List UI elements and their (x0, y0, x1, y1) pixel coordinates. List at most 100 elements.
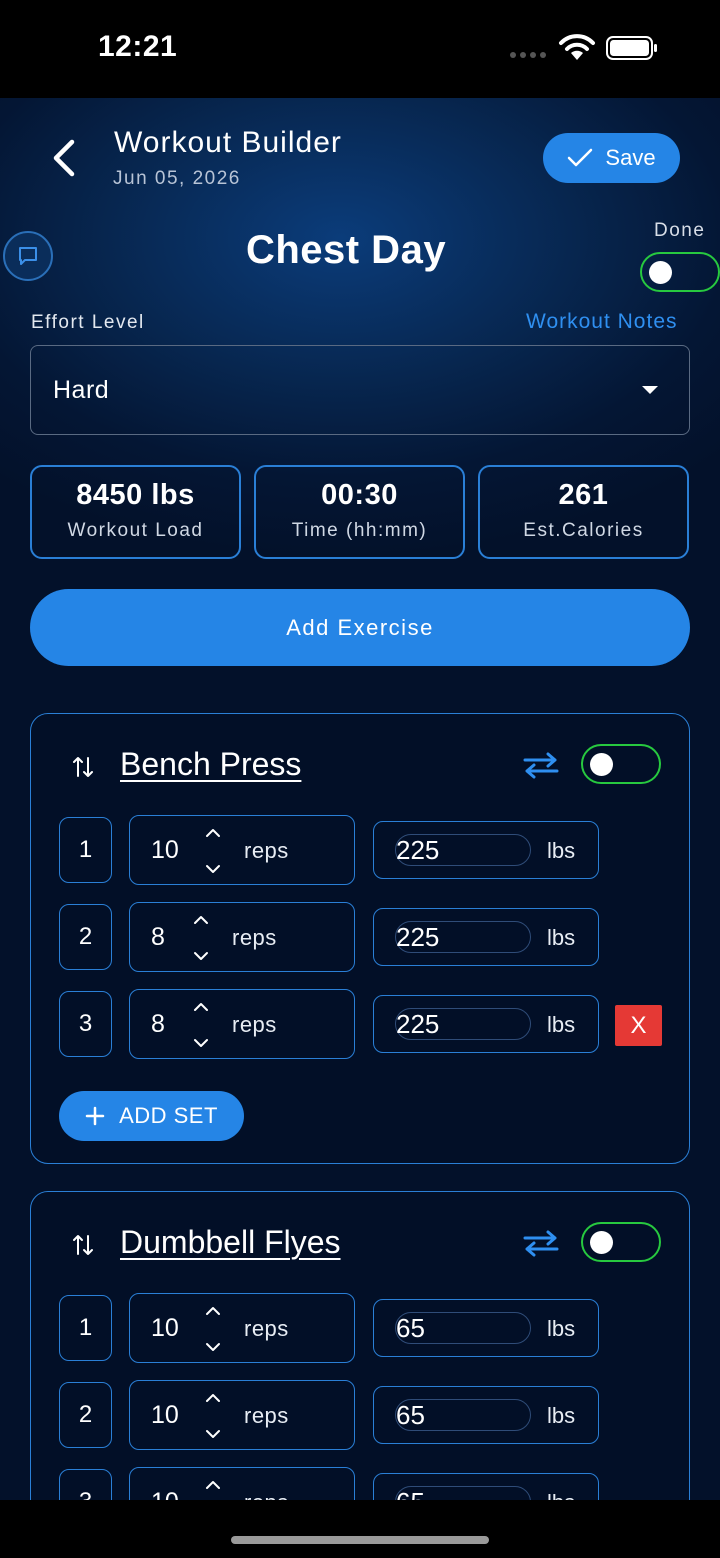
add-exercise-button[interactable]: Add Exercise (30, 589, 690, 666)
reps-unit: reps (232, 1012, 277, 1037)
workout-builder-screen: Workout Builder Jun 05, 2026 Save Chest … (0, 98, 720, 1500)
up-down-chevron-icon[interactable] (191, 913, 211, 963)
stat-label: Time (hh:mm) (291, 520, 428, 541)
set-row: 2 10 reps 65 lbs (59, 1380, 679, 1450)
set-number: 1 (59, 1295, 112, 1361)
up-down-chevron-icon[interactable] (203, 826, 223, 876)
done-toggle[interactable] (640, 252, 720, 292)
weight-value: 225 (396, 835, 440, 865)
weight-box: 225 lbs (373, 821, 599, 879)
up-down-chevron-icon[interactable] (203, 1478, 223, 1500)
weight-unit: lbs (547, 1012, 576, 1037)
reps-value: 10 (151, 1488, 179, 1500)
set-row: 1 10 reps 65 lbs (59, 1293, 679, 1363)
toggle-knob (590, 753, 613, 776)
stat-label: Est.Calories (523, 520, 644, 541)
effort-level-label: Effort Level (31, 312, 145, 333)
reps-unit: reps (244, 1403, 289, 1428)
weight-box: 225 lbs (373, 908, 599, 966)
exercise-card-dumbbell-flyes: Dumbbell Flyes 1 10 reps 65 lbs 2 10 rep… (30, 1191, 690, 1500)
status-bar: 12:21 (0, 0, 720, 98)
home-indicator[interactable] (231, 1536, 489, 1544)
add-set-label: ADD SET (119, 1103, 218, 1128)
workout-name[interactable]: Chest Day (0, 228, 692, 273)
set-number: 2 (59, 1382, 112, 1448)
stat-value: 00:30 (321, 479, 398, 511)
up-down-chevron-icon[interactable] (203, 1304, 223, 1354)
weight-box: 225 lbs (373, 995, 599, 1053)
set-row: 3 10 reps 65 lbs (59, 1467, 679, 1500)
weight-value: 65 (396, 1487, 425, 1500)
weight-value: 225 (396, 1009, 440, 1039)
set-number: 3 (59, 991, 112, 1057)
workout-notes-link[interactable]: Workout Notes (526, 310, 678, 334)
reps-unit: reps (244, 838, 289, 863)
set-number: 2 (59, 904, 112, 970)
exercise-toggle[interactable] (581, 744, 661, 784)
reps-value: 8 (151, 1010, 165, 1038)
sort-arrows-icon[interactable] (69, 752, 97, 782)
up-down-chevron-icon[interactable] (191, 1000, 211, 1050)
reps-unit: reps (232, 925, 277, 950)
add-set-button[interactable]: ADD SET (59, 1091, 244, 1141)
swap-icon[interactable] (521, 1228, 561, 1258)
cellular-icon (510, 52, 546, 58)
reps-stepper[interactable]: 10 reps (129, 1467, 355, 1500)
stat-calories: 261 Est.Calories (478, 465, 689, 559)
reps-value: 10 (151, 1314, 179, 1342)
set-number: 1 (59, 817, 112, 883)
stat-label: Workout Load (67, 520, 204, 541)
weight-unit: lbs (547, 925, 576, 950)
reps-stepper[interactable]: 8 reps (129, 989, 355, 1059)
reps-stepper[interactable]: 10 reps (129, 815, 355, 885)
done-label: Done (654, 220, 706, 241)
exercise-toggle[interactable] (581, 1222, 661, 1262)
dropdown-caret-icon (642, 386, 658, 394)
effort-level-value: Hard (53, 376, 110, 404)
reps-unit: reps (244, 1316, 289, 1341)
set-row: 2 8 reps 225 lbs (59, 902, 679, 972)
wifi-icon (559, 34, 595, 60)
sort-arrows-icon[interactable] (69, 1230, 97, 1260)
toggle-knob (590, 1231, 613, 1254)
workout-date: Jun 05, 2026 (113, 168, 241, 189)
exercise-name[interactable]: Bench Press (120, 746, 301, 783)
reps-stepper[interactable]: 10 reps (129, 1293, 355, 1363)
save-button[interactable]: Save (543, 133, 680, 183)
delete-set-button[interactable]: X (615, 1005, 662, 1046)
check-icon (568, 148, 593, 167)
weight-box: 65 lbs (373, 1473, 599, 1500)
reps-unit: reps (244, 1490, 289, 1500)
status-time: 12:21 (98, 30, 178, 63)
exercise-name[interactable]: Dumbbell Flyes (120, 1224, 341, 1261)
weight-unit: lbs (547, 838, 576, 863)
reps-value: 10 (151, 1401, 179, 1429)
weight-unit: lbs (547, 1403, 576, 1428)
stat-value: 8450 lbs (76, 479, 195, 511)
save-label: Save (605, 145, 656, 170)
up-down-chevron-icon[interactable] (203, 1391, 223, 1441)
reps-value: 10 (151, 836, 179, 864)
reps-stepper[interactable]: 8 reps (129, 902, 355, 972)
set-row: 3 8 reps 225 lbs X (59, 989, 679, 1059)
back-chevron-icon[interactable] (48, 138, 82, 178)
weight-value: 65 (396, 1313, 425, 1343)
stat-workout-load: 8450 lbs Workout Load (30, 465, 241, 559)
plus-icon (85, 1106, 105, 1126)
weight-unit: lbs (547, 1316, 576, 1341)
swap-icon[interactable] (521, 750, 561, 780)
effort-level-select[interactable]: Hard (30, 345, 690, 435)
reps-value: 8 (151, 923, 165, 951)
weight-box: 65 lbs (373, 1386, 599, 1444)
reps-stepper[interactable]: 10 reps (129, 1380, 355, 1450)
stat-value: 261 (558, 479, 609, 511)
battery-icon (606, 36, 657, 60)
exercise-card-bench-press: Bench Press 1 10 reps 225 lbs 2 8 reps 2… (30, 713, 690, 1164)
set-row: 1 10 reps 225 lbs (59, 815, 679, 885)
toggle-knob (649, 261, 672, 284)
weight-unit: lbs (547, 1490, 575, 1500)
stat-time: 00:30 Time (hh:mm) (254, 465, 465, 559)
page-title: Workout Builder (114, 126, 342, 159)
set-number: 3 (59, 1469, 112, 1500)
weight-value: 225 (396, 922, 440, 952)
